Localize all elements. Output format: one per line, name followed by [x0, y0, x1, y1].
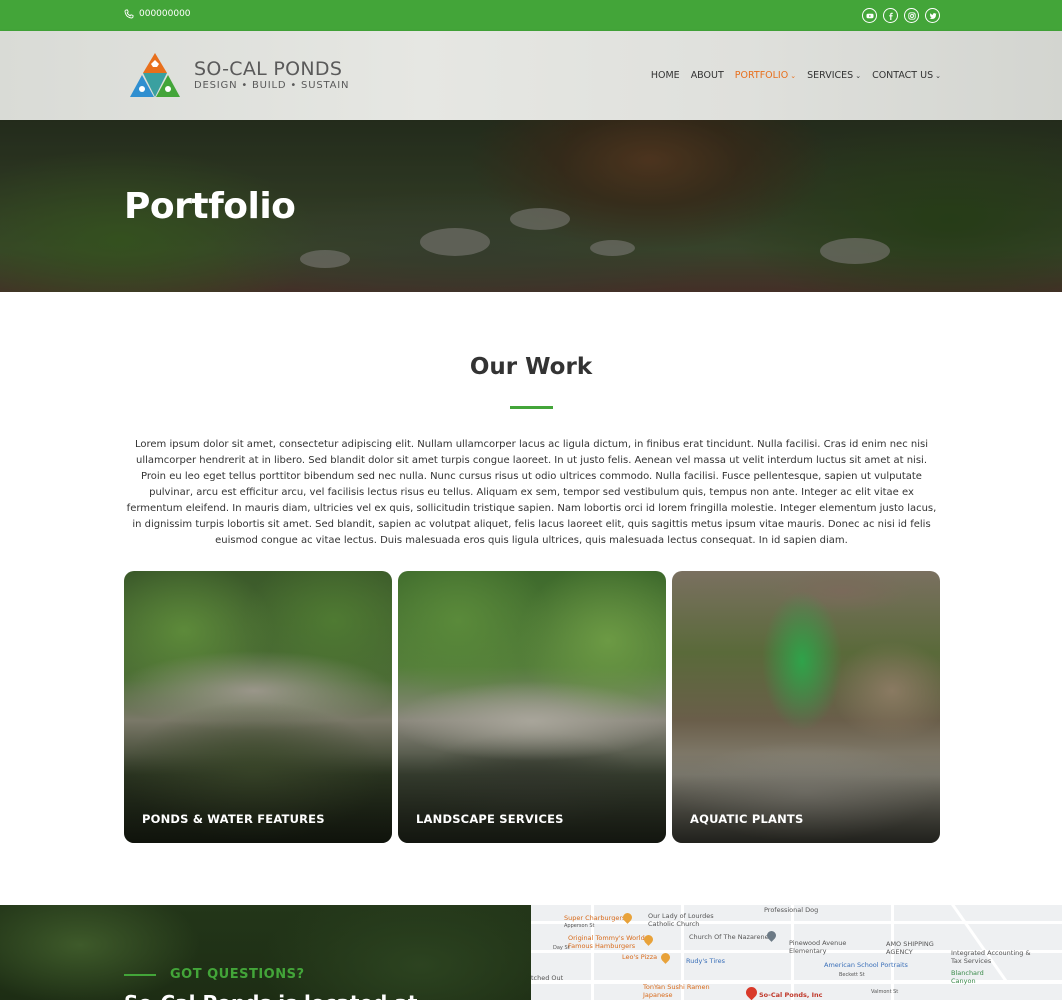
map-label: Rudy's Tires — [686, 957, 726, 965]
contact-heading: So-Cal Ponds is located at — [124, 991, 417, 1000]
card-aquatic-plants[interactable]: AQUATIC PLANTS — [672, 571, 940, 843]
chevron-down-icon: ⌄ — [790, 71, 797, 80]
youtube-icon[interactable] — [862, 8, 877, 23]
map-label: American School Portraits — [824, 961, 908, 969]
map-label: Original Tommy's World Famous Hamburgers — [568, 934, 645, 950]
map-label: Leo's Pizza — [622, 953, 658, 961]
nav-contact-us[interactable]: CONTACT US ⌄ — [872, 70, 941, 81]
map-label: tched Out — [531, 974, 564, 982]
intro-text: Lorem ipsum dolor sit amet, consectetur … — [126, 439, 937, 546]
card-label: PONDS & WATER FEATURES — [142, 812, 325, 826]
card-ponds-water-features[interactable]: PONDS & WATER FEATURES — [124, 571, 392, 843]
nav-about[interactable]: ABOUT — [691, 70, 724, 81]
phone-link[interactable]: 000000000 — [124, 9, 191, 19]
map-label: Valmont St — [871, 989, 899, 995]
map-label: Church Of The Nazarene — [689, 933, 769, 941]
map-label: Super Charburgers — [564, 914, 626, 922]
map-label: So-Cal Ponds, Inc — [759, 991, 823, 999]
logo-mark-icon — [130, 53, 180, 97]
social-links — [862, 8, 940, 23]
page-title: Portfolio — [124, 186, 296, 227]
card-landscape-services[interactable]: LANDSCAPE SERVICES — [398, 571, 666, 843]
map-label: TonYan Sushi Ramen Japanese — [643, 983, 710, 999]
map-label: Beckett St — [839, 972, 865, 978]
contact-section: GOT QUESTIONS? So-Cal Ponds is located a… — [0, 905, 531, 1000]
section-title: Our Work — [469, 354, 593, 380]
map-label: Integrated Accounting & Tax Services — [951, 949, 1031, 965]
phone-number: 000000000 — [139, 9, 191, 19]
hero-banner: Portfolio — [0, 120, 1062, 292]
nav-services[interactable]: SERVICES ⌄ — [807, 70, 861, 81]
location-pin-icon — [743, 984, 760, 1000]
phone-icon — [124, 9, 134, 19]
logo-name: SO-CAL PONDS — [194, 58, 343, 80]
facebook-icon[interactable] — [883, 8, 898, 23]
title-divider — [510, 406, 553, 409]
map-label: Apperson St — [564, 923, 595, 929]
location-map[interactable]: Super Charburgers Our Lady of Lourdes Ca… — [531, 905, 1062, 1000]
chevron-down-icon: ⌄ — [855, 71, 862, 80]
map-label: Professional Dog — [764, 906, 819, 914]
main-nav: HOME ABOUT PORTFOLIO ⌄ SERVICES ⌄ CONTAC… — [640, 70, 941, 81]
card-label: LANDSCAPE SERVICES — [416, 812, 564, 826]
twitter-icon[interactable] — [925, 8, 940, 23]
instagram-icon[interactable] — [904, 8, 919, 23]
map-label: Day St — [553, 945, 570, 951]
nav-portfolio[interactable]: PORTFOLIO ⌄ — [735, 70, 796, 81]
portfolio-cards: PONDS & WATER FEATURES LANDSCAPE SERVICE… — [124, 571, 940, 843]
card-label: AQUATIC PLANTS — [690, 812, 804, 826]
nav-home[interactable]: HOME — [651, 70, 680, 81]
site-header: SO-CAL PONDS DESIGN • BUILD • SUSTAIN HO… — [0, 31, 1062, 120]
top-bar: 000000000 — [0, 0, 1062, 31]
food-pin-icon — [659, 951, 672, 964]
map-label: Pinewood Avenue Elementary — [789, 939, 847, 955]
logo[interactable]: SO-CAL PONDS DESIGN • BUILD • SUSTAIN — [124, 51, 349, 99]
map-label: Our Lady of Lourdes Catholic Church — [648, 912, 714, 928]
chevron-down-icon: ⌄ — [935, 71, 941, 80]
logo-tagline: DESIGN • BUILD • SUSTAIN — [194, 80, 350, 91]
contact-eyebrow: GOT QUESTIONS? — [124, 967, 305, 982]
map-label: Blanchard Canyon — [951, 969, 984, 985]
map-label: AMO SHIPPING AGENCY — [886, 940, 934, 956]
